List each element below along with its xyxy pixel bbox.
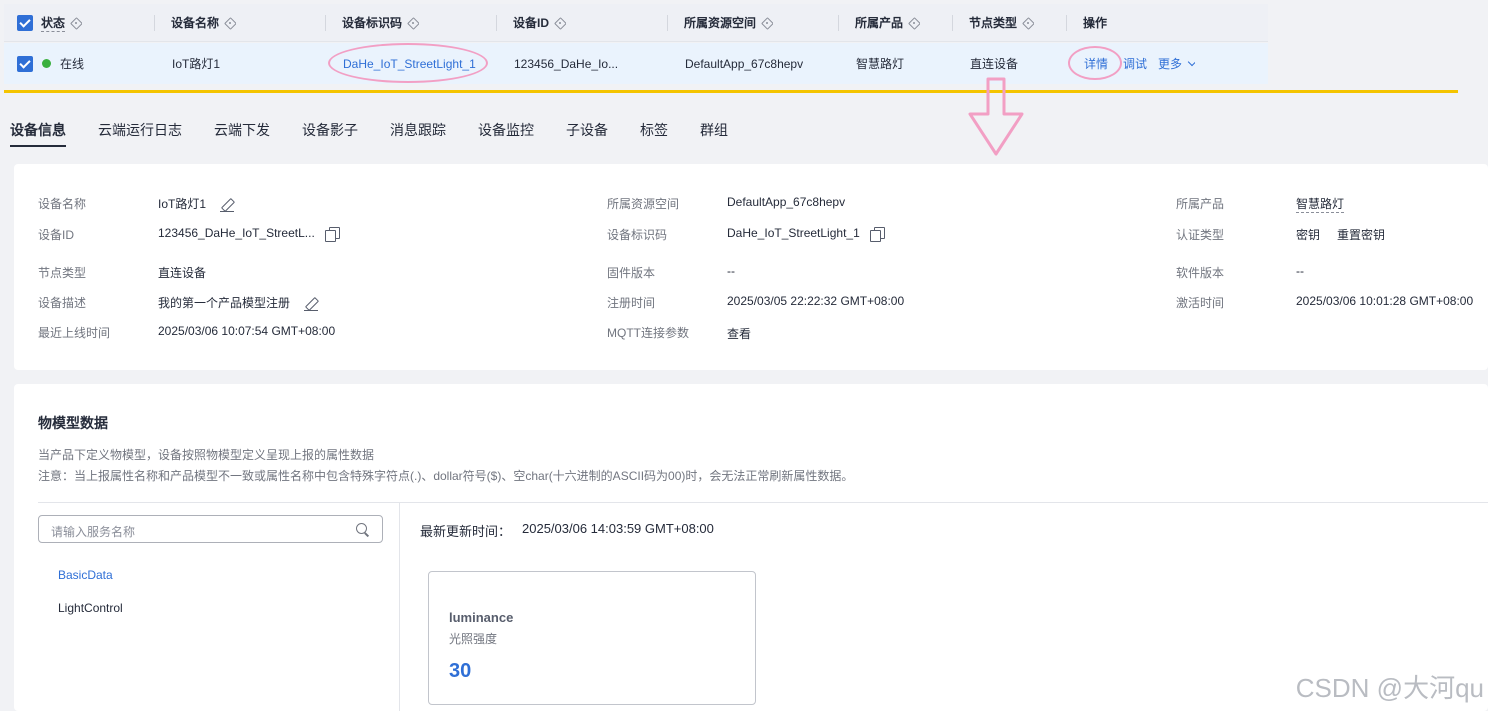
auth-type-value: 密钥	[1296, 228, 1321, 242]
watermark: CSDN @大河qu	[1295, 673, 1484, 703]
product-label: 所属产品	[1176, 197, 1225, 211]
activate-time-label: 激活时间	[1176, 296, 1225, 310]
column-device-id[interactable]: 设备ID	[513, 4, 566, 41]
divider	[399, 502, 400, 711]
auth-type-label: 认证类型	[1176, 228, 1225, 242]
firmware-label: 固件版本	[607, 266, 656, 280]
product-value[interactable]: 智慧路灯	[1296, 195, 1345, 213]
sort-icon[interactable]	[554, 16, 566, 30]
annotation-ellipse	[1068, 46, 1122, 80]
service-item-basicdata[interactable]: BasicData	[58, 568, 113, 582]
firmware-value: --	[727, 264, 735, 278]
identifier-label: 设备标识码	[607, 228, 668, 242]
sort-icon[interactable]	[761, 16, 773, 30]
section-title: 物模型数据	[38, 415, 108, 431]
property-value: 30	[449, 660, 472, 682]
edit-pencil-icon[interactable]	[304, 297, 319, 311]
search-placeholder: 请输入服务名称	[51, 525, 136, 539]
device-id-label: 设备ID	[38, 228, 75, 242]
update-time-label: 最新更新时间：	[420, 524, 512, 539]
select-all-checkbox[interactable]	[17, 4, 33, 41]
sort-icon[interactable]	[224, 16, 236, 30]
sort-icon[interactable]	[407, 16, 419, 30]
desc-label: 设备描述	[38, 296, 87, 310]
tab-device-info[interactable]: 设备信息	[10, 120, 66, 140]
column-node-type[interactable]: 节点类型	[969, 4, 1034, 41]
sort-icon[interactable]	[908, 16, 920, 30]
reset-key-link[interactable]: 重置密钥	[1337, 226, 1385, 243]
node-type-label: 节点类型	[38, 266, 87, 280]
device-name-cell: IoT路灯1	[172, 57, 221, 71]
sort-icon[interactable]	[70, 16, 82, 30]
device-id-cell: 123456_DaHe_Io...	[514, 56, 619, 71]
node-type-value: 直连设备	[158, 266, 207, 280]
register-time-label: 注册时间	[607, 296, 656, 310]
tab-device-monitor[interactable]: 设备监控	[478, 120, 534, 140]
column-actions: 操作	[1083, 16, 1108, 30]
tab-cloud-log[interactable]: 云端运行日志	[98, 120, 182, 140]
edit-pencil-icon[interactable]	[220, 198, 235, 212]
space-label: 所属资源空间	[607, 197, 680, 211]
detail-tabs: 设备信息 云端运行日志 云端下发 设备影子 消息跟踪 设备监控 子设备 标签 群…	[0, 95, 1488, 153]
update-time-value: 2025/03/06 14:03:59 GMT+08:00	[522, 521, 714, 536]
space-cell: DefaultApp_67c8hepv	[685, 56, 804, 71]
tab-cloud-command[interactable]: 云端下发	[214, 120, 270, 140]
property-name: luminance	[449, 610, 514, 625]
tab-message-trace[interactable]: 消息跟踪	[390, 120, 446, 140]
copy-icon[interactable]	[324, 226, 340, 242]
active-tab-indicator	[10, 145, 66, 147]
model-warning: 注意：当上报属性名称和产品模型不一致或属性名称中包含特殊字符点(.)、dolla…	[38, 469, 854, 483]
annotation-divider	[4, 90, 1458, 93]
last-online-label: 最近上线时间	[38, 326, 111, 340]
service-search-input[interactable]: 请输入服务名称	[38, 515, 383, 543]
property-label: 光照强度	[449, 632, 498, 646]
identifier-value: DaHe_IoT_StreetLight_1	[727, 226, 885, 242]
online-dot-icon	[42, 59, 51, 68]
register-time-value: 2025/03/05 22:22:32 GMT+08:00	[727, 294, 905, 308]
device-table-header: 状态 设备名称 设备标识码 设备ID 所属资源空间 所属产品 节点类型 操作	[4, 4, 1268, 42]
tab-groups[interactable]: 群组	[700, 120, 728, 140]
desc-value: 我的第一个产品模型注册	[158, 294, 319, 311]
sort-icon[interactable]	[1022, 16, 1034, 30]
activate-time-value: 2025/03/06 10:01:28 GMT+08:00	[1296, 294, 1474, 308]
debug-link[interactable]: 调试	[1123, 43, 1147, 84]
divider	[38, 502, 1488, 503]
model-hint: 当产品下定义物模型，设备按照物模型定义呈现上报的属性数据	[38, 448, 375, 462]
product-cell: 智慧路灯	[856, 57, 905, 71]
more-dropdown[interactable]: 更多	[1158, 43, 1196, 84]
service-item-lightcontrol[interactable]: LightControl	[58, 601, 123, 615]
column-device-name[interactable]: 设备名称	[171, 4, 236, 41]
column-status[interactable]: 状态	[41, 4, 82, 41]
software-label: 软件版本	[1176, 266, 1225, 280]
annotation-ellipse	[328, 43, 488, 83]
copy-icon[interactable]	[869, 226, 885, 242]
property-card: luminance 光照强度 30	[428, 571, 756, 705]
device-name-label: 设备名称	[38, 197, 87, 211]
tab-device-shadow[interactable]: 设备影子	[302, 120, 358, 140]
tab-tags[interactable]: 标签	[640, 120, 668, 140]
column-space[interactable]: 所属资源空间	[684, 4, 773, 41]
device-id-value: 123456_DaHe_IoT_StreetL...	[158, 226, 340, 242]
software-value: --	[1296, 264, 1304, 278]
chevron-down-icon	[1187, 57, 1196, 66]
search-icon[interactable]	[356, 523, 368, 535]
tab-sub-devices[interactable]: 子设备	[566, 120, 608, 140]
last-online-value: 2025/03/06 10:07:54 GMT+08:00	[158, 324, 336, 338]
mqtt-view-link[interactable]: 查看	[727, 325, 751, 342]
row-checkbox[interactable]	[17, 43, 33, 84]
status-badge: 在线	[42, 43, 84, 84]
column-identifier[interactable]: 设备标识码	[342, 4, 419, 41]
space-value: DefaultApp_67c8hepv	[727, 195, 846, 209]
device-name-value: IoT路灯1	[158, 195, 235, 212]
mqtt-label: MQTT连接参数	[607, 326, 689, 340]
column-product[interactable]: 所属产品	[855, 4, 920, 41]
